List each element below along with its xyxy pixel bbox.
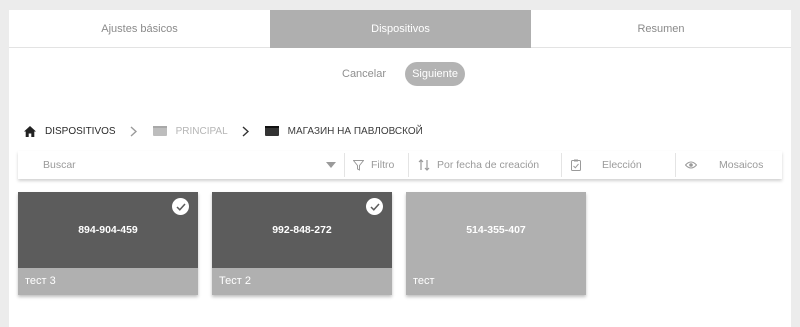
toolbar-divider [561, 153, 562, 177]
folder-icon [264, 126, 279, 136]
toolbar-divider [675, 153, 676, 177]
device-card[interactable]: 894-904-459 тест 3 [18, 192, 198, 295]
breadcrumb-label: DISPOSITIVOS [45, 125, 116, 137]
sort-label: Por fecha de creación [437, 159, 540, 171]
filter-button[interactable]: Filtro [353, 151, 394, 179]
tab-label: Resumen [637, 23, 685, 35]
device-card[interactable]: 514-355-407 тест [406, 192, 586, 295]
view-mode-button[interactable]: Mosaicos [685, 151, 763, 179]
filter-label: Filtro [371, 159, 395, 171]
view-mode-label: Mosaicos [719, 159, 764, 171]
eye-icon [685, 161, 697, 169]
chevron-right-icon [130, 125, 137, 137]
next-button[interactable]: Siguiente [405, 62, 465, 86]
check-icon[interactable] [366, 198, 383, 215]
search-placeholder: Buscar [43, 159, 76, 171]
breadcrumb-label: МАГАЗИН НА ПАВЛОВСКОЙ [287, 125, 423, 137]
chevron-right-icon [242, 125, 249, 137]
selection-label: Elección [602, 159, 642, 171]
selection-button[interactable]: Elección [571, 151, 642, 179]
tab-basic-settings[interactable]: Ajustes básicos [9, 10, 270, 48]
tab-summary[interactable]: Resumen [531, 10, 791, 48]
device-name: тест 3 [18, 268, 198, 295]
sort-button[interactable]: Por fecha de creación [418, 151, 539, 179]
filter-icon [353, 159, 364, 171]
tab-label: Dispositivos [371, 23, 430, 35]
device-name: Тест 2 [212, 268, 392, 295]
tab-label: Ajustes básicos [101, 23, 178, 35]
breadcrumb-label: PRINCIPAL [175, 125, 228, 137]
toolbar-divider [408, 153, 409, 177]
breadcrumb-item-shop[interactable]: МАГАЗИН НА ПАВЛОВСКОЙ [264, 125, 423, 137]
home-icon [24, 125, 36, 137]
device-card-header: 992-848-272 [212, 192, 392, 268]
breadcrumb-item-main[interactable]: PRINCIPAL [152, 125, 228, 137]
device-card[interactable]: 992-848-272 Тест 2 [212, 192, 392, 295]
tab-devices[interactable]: Dispositivos [270, 10, 531, 48]
wizard-actions: Cancelar Siguiente [9, 62, 791, 86]
wizard-panel: Ajustes básicos Dispositivos Resumen Can… [9, 10, 791, 327]
clipboard-check-icon [571, 159, 581, 171]
folder-icon [152, 126, 167, 136]
wizard-tabs: Ajustes básicos Dispositivos Resumen [9, 10, 791, 48]
toolbar-divider [344, 153, 345, 177]
check-icon[interactable] [172, 198, 189, 215]
breadcrumb: DISPOSITIVOS PRINCIPAL МАГАЗИН НА ПАВЛОВ… [24, 123, 423, 139]
cancel-button[interactable]: Cancelar [342, 62, 386, 86]
device-card-header: 514-355-407 [406, 192, 586, 268]
breadcrumb-item-devices[interactable]: DISPOSITIVOS [24, 125, 116, 137]
device-id: 514-355-407 [466, 224, 526, 236]
device-card-header: 894-904-459 [18, 192, 198, 268]
caret-down-icon [326, 162, 336, 168]
sort-icon [418, 159, 430, 171]
device-id: 894-904-459 [78, 224, 138, 236]
device-name: тест [406, 268, 586, 295]
search-dropdown[interactable]: Buscar [18, 151, 344, 179]
device-id: 992-848-272 [272, 224, 332, 236]
devices-toolbar: Buscar Filtro Por fecha de creación Elec… [18, 151, 782, 179]
